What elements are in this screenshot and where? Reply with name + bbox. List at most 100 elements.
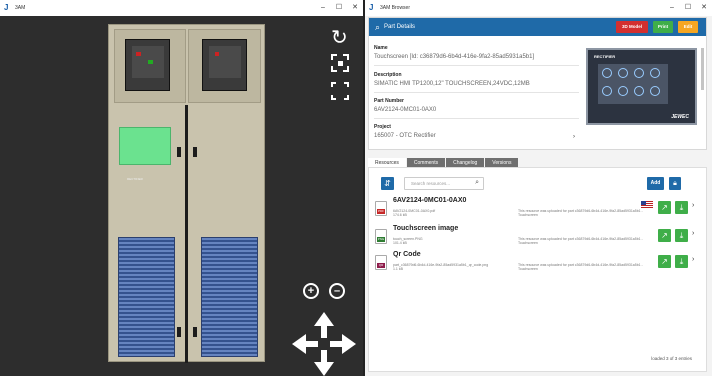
resource-file: part_c36879d6-6b4d-416e-9fa2-85ad5931a5b… (393, 263, 489, 271)
cabinet-label: RECTIFIER (127, 177, 143, 181)
door-handle-left (177, 147, 181, 157)
vent-left (118, 237, 175, 357)
resource-row[interactable]: PNG Touchscreen image touch_screen.PNG 10… (369, 224, 708, 250)
project-label: Project (374, 124, 391, 130)
3d-model-button[interactable]: 3D Model (616, 21, 648, 33)
search-input[interactable]: Search resources... ⌕ (404, 177, 484, 190)
zoom-out-icon[interactable]: – (329, 283, 345, 299)
maximize-button[interactable]: ☐ (331, 0, 347, 16)
app-logo-icon: J (4, 3, 9, 12)
fullscreen-icon[interactable] (331, 82, 349, 100)
part-details-card: ⌕ Part Details 3D Model Print Edit Name … (368, 17, 707, 150)
select-box-icon[interactable] (331, 54, 349, 72)
browser-close-button[interactable]: ✕ (696, 0, 712, 16)
image-brand: JEWEC (671, 114, 689, 120)
resource-title[interactable]: Qr Code (393, 251, 421, 258)
browser-maximize-button[interactable]: ☐ (680, 0, 696, 16)
name-value: Touchscreen [Id: c36879d6-6b4d-416e-9fa2… (374, 54, 535, 60)
browser-window: J 3AM Browser – ☐ ✕ ⌕ Part Details 3D Mo… (365, 0, 712, 376)
open-resource-button[interactable]: ↗ (658, 229, 671, 242)
close-button[interactable]: ✕ (347, 0, 363, 16)
lock-button[interactable]: 🔒︎ (669, 177, 681, 190)
search-icon: ⌕ (375, 21, 381, 32)
part-number-field: Part Number 6AV2124-0MC01-0AX0 (374, 98, 579, 119)
browser-titlebar: J 3AM Browser – ☐ ✕ (365, 0, 712, 16)
resource-title[interactable]: Touchscreen image (393, 225, 458, 232)
edit-button[interactable]: Edit (678, 21, 698, 33)
download-button[interactable]: ⤓ (675, 201, 688, 214)
scrollbar[interactable] (701, 48, 704, 90)
resource-note: This resource was uploaded for part c368… (518, 263, 643, 271)
browser-title: 3AM Browser (380, 5, 411, 11)
download-icon: ⤓ (679, 231, 684, 240)
image-title: RECTIFIER (594, 54, 616, 59)
name-label: Name (374, 45, 388, 51)
project-value[interactable]: 165007 - OTC Rectifier (374, 133, 579, 139)
chevron-right-icon[interactable]: › (692, 202, 694, 209)
add-resource-button[interactable]: Add (647, 177, 664, 190)
resource-note: This resource was uploaded for part c368… (518, 209, 643, 217)
description-label: Description (374, 72, 402, 78)
breaker-right (202, 39, 247, 91)
search-placeholder: Search resources... (411, 181, 451, 186)
sort-icon: ⇵ (384, 179, 391, 188)
resources-panel: ⇵ Search resources... ⌕ Add 🔒︎ PDF 6AV21… (368, 167, 707, 372)
part-details-title: Part Details (384, 24, 416, 30)
touchscreen-highlight[interactable] (119, 127, 171, 165)
download-button[interactable]: ⤓ (675, 229, 688, 242)
print-button[interactable]: Print (653, 21, 673, 33)
viewer-titlebar: J 3AM – ☐ ✕ (0, 0, 363, 16)
chevron-right-icon[interactable]: › (573, 134, 575, 140)
part-number-value: 6AV2124-0MC01-0AX0 (374, 107, 437, 113)
part-image: RECTIFIER JEWEC (583, 42, 700, 146)
download-icon: ⤓ (679, 203, 684, 212)
viewer-title: 3AM (15, 5, 26, 11)
resource-row[interactable]: PDF 6AV2124-0MC01-0AX0 6AV2124-0MC01-0AX… (369, 196, 708, 222)
resource-note: This resource was uploaded for part c368… (518, 237, 643, 245)
sort-button[interactable]: ⇵ (381, 177, 394, 190)
zoom-in-icon[interactable]: + (303, 283, 319, 299)
3d-viewport[interactable]: RECTIFIER ↻ + – (0, 16, 363, 376)
name-field: Name Touchscreen [Id: c36879d6-6b4d-416e… (374, 45, 579, 66)
download-button[interactable]: ⤓ (675, 255, 688, 268)
open-resource-button[interactable]: ↗ (658, 255, 671, 268)
pan-down-icon[interactable] (314, 362, 334, 376)
pan-right-icon[interactable] (342, 334, 356, 354)
lock-icon: 🔒︎ (673, 180, 677, 187)
loaded-count: loaded 3 of 3 entries (651, 356, 692, 361)
download-icon: ⤓ (679, 257, 684, 266)
project-field[interactable]: Project 165007 - OTC Rectifier › (374, 124, 579, 140)
pdf-file-icon: PDF (375, 201, 387, 216)
browser-logo-icon: J (369, 3, 374, 12)
part-details-header: ⌕ Part Details 3D Model Print Edit (369, 18, 706, 36)
door-divider (185, 105, 188, 363)
description-value: SIMATIC HMI TP1200,12" TOUCHSCREEN,24VDC… (374, 81, 530, 87)
search-magnifier-icon[interactable]: ⌕ (475, 177, 479, 188)
browser-minimize-button[interactable]: – (664, 0, 680, 16)
png-file-icon: PNG (375, 229, 387, 244)
door-lock-right (193, 327, 197, 337)
minimize-button[interactable]: – (315, 0, 331, 16)
external-link-icon: ↗ (661, 257, 668, 266)
cabinet-model[interactable]: RECTIFIER (108, 24, 265, 363)
rotate-reset-icon[interactable]: ↻ (331, 28, 348, 48)
pan-arrows-icon[interactable] (292, 312, 356, 376)
chevron-right-icon[interactable]: › (692, 256, 694, 263)
qr-file-icon: QR (375, 255, 387, 270)
external-link-icon: ↗ (661, 231, 668, 240)
breaker-left (125, 39, 170, 91)
open-resource-button[interactable]: ↗ (658, 201, 671, 214)
part-number-label: Part Number (374, 98, 405, 104)
resource-title[interactable]: 6AV2124-0MC01-0AX0 (393, 197, 466, 204)
door-handle-right (193, 147, 197, 157)
chevron-right-icon[interactable]: › (692, 230, 694, 237)
description-field: Description SIMATIC HMI TP1200,12" TOUCH… (374, 72, 579, 93)
viewer-window: J 3AM – ☐ ✕ RECTIFIER ↻ + – (0, 0, 363, 376)
resource-row[interactable]: QR Qr Code part_c36879d6-6b4d-416e-9fa2-… (369, 250, 708, 276)
us-flag-icon (641, 201, 653, 209)
pan-left-icon[interactable] (292, 334, 306, 354)
resource-file: touch_screen.PNG 101.4 kB (393, 237, 423, 245)
door-lock-left (177, 327, 181, 337)
resource-file: 6AV2124-0MC01-0AX0.pdf 174.6 kB (393, 209, 436, 217)
pan-up-icon[interactable] (314, 312, 334, 326)
